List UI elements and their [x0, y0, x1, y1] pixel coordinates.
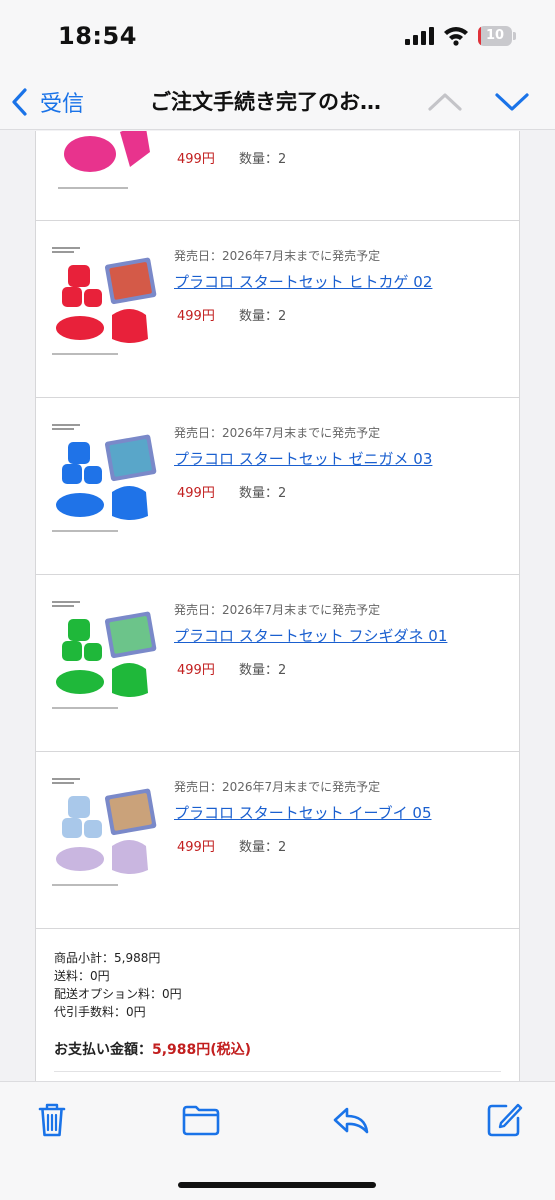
- cod-fee: 代引手数料：0円: [54, 1005, 146, 1019]
- item-quantity: 数量：2: [238, 486, 287, 501]
- order-item: 発売日：2026年7月末までに発売予定 プラコロ スタートセット イーブイ 05…: [36, 752, 519, 929]
- order-summary: 商品小計：5,988円 送料：0円 配送オプション料：0円 代引手数料：0円 お…: [36, 929, 519, 1081]
- product-image: [50, 131, 160, 217]
- release-date: 発売日：2026年7月末までに発売予定: [174, 249, 381, 263]
- item-quantity: 数量：2: [238, 152, 287, 167]
- reply-icon[interactable]: [331, 1100, 371, 1140]
- home-indicator: [178, 1182, 376, 1188]
- item-quantity: 数量：2: [238, 840, 287, 855]
- delivery-option-fee: 配送オプション料：0円: [54, 987, 182, 1001]
- item-price: 499円: [177, 486, 215, 501]
- product-link[interactable]: プラコロ スタートセット フシギダネ 01: [174, 625, 447, 646]
- subtotal: 商品小計：5,988円: [54, 951, 161, 965]
- chevron-down-icon[interactable]: [492, 84, 532, 120]
- status-time: 18:54: [58, 22, 137, 50]
- release-date: 発売日：2026年7月末までに発売予定: [174, 603, 381, 617]
- item-price: 499円: [177, 152, 215, 167]
- price-line: 499円 数量：2: [177, 305, 286, 324]
- release-date: 発売日：2026年7月末までに発売予定: [174, 426, 381, 440]
- order-item: 発売日：2026年7月末までに発売予定 プラコロ スタートセット フシギダネ 0…: [36, 575, 519, 752]
- item-quantity: 数量：2: [238, 663, 287, 678]
- compose-icon[interactable]: [484, 1100, 524, 1140]
- total-label: お支払い金額：: [54, 1042, 152, 1058]
- order-items-table: 499円 数量：2 発売日：2026年7月末までに発売予定 プラコロ スタートセ…: [35, 131, 520, 1081]
- price-line: 499円 数量：2: [177, 659, 286, 678]
- price-line: 499円 数量：2: [177, 148, 286, 167]
- item-price: 499円: [177, 309, 215, 324]
- battery-level: 10: [485, 28, 505, 43]
- email-body[interactable]: 499円 数量：2 発売日：2026年7月末までに発売予定 プラコロ スタートセ…: [0, 131, 555, 1081]
- payment-total: お支払い金額：5,988円(税込): [54, 1039, 501, 1059]
- back-button[interactable]: 受信: [10, 82, 84, 122]
- folder-icon[interactable]: [181, 1100, 221, 1140]
- item-price: 499円: [177, 663, 215, 678]
- product-image: [50, 420, 160, 545]
- order-item: 発売日：2026年7月末までに発売予定 プラコロ スタートセット ヒトカゲ 02…: [36, 221, 519, 398]
- status-bar: 18:54 10: [0, 0, 555, 74]
- release-date: 発売日：2026年7月末までに発売予定: [174, 780, 381, 794]
- total-amount: 5,988円(税込): [152, 1042, 252, 1058]
- wifi-icon: [444, 27, 468, 46]
- order-item: 発売日：2026年7月末までに発売予定 プラコロ スタートセット ゼニガメ 03…: [36, 398, 519, 575]
- battery-icon: 10: [478, 26, 516, 46]
- divider: [54, 1071, 501, 1072]
- product-image: [50, 597, 160, 722]
- signal-icon: [405, 27, 434, 45]
- item-price: 499円: [177, 840, 215, 855]
- item-quantity: 数量：2: [238, 309, 287, 324]
- price-line: 499円 数量：2: [177, 836, 286, 855]
- back-label: 受信: [40, 92, 85, 117]
- back-chevron-icon: [12, 88, 27, 116]
- shipping-fee: 送料：0円: [54, 969, 110, 983]
- product-link[interactable]: プラコロ スタートセット ヒトカゲ 02: [174, 271, 432, 292]
- email-subject-title: ご注文手続き完了のお…: [150, 90, 381, 114]
- price-line: 499円 数量：2: [177, 482, 286, 501]
- trash-icon[interactable]: [32, 1100, 72, 1140]
- product-image: [50, 243, 160, 368]
- product-link[interactable]: プラコロ スタートセット ゼニガメ 03: [174, 448, 432, 469]
- mail-nav-bar: 受信 ご注文手続き完了のお…: [0, 74, 555, 130]
- chevron-up-icon[interactable]: [425, 84, 465, 120]
- product-image: [50, 774, 160, 899]
- product-link[interactable]: プラコロ スタートセット イーブイ 05: [174, 802, 432, 823]
- order-item: 499円 数量：2: [36, 131, 519, 221]
